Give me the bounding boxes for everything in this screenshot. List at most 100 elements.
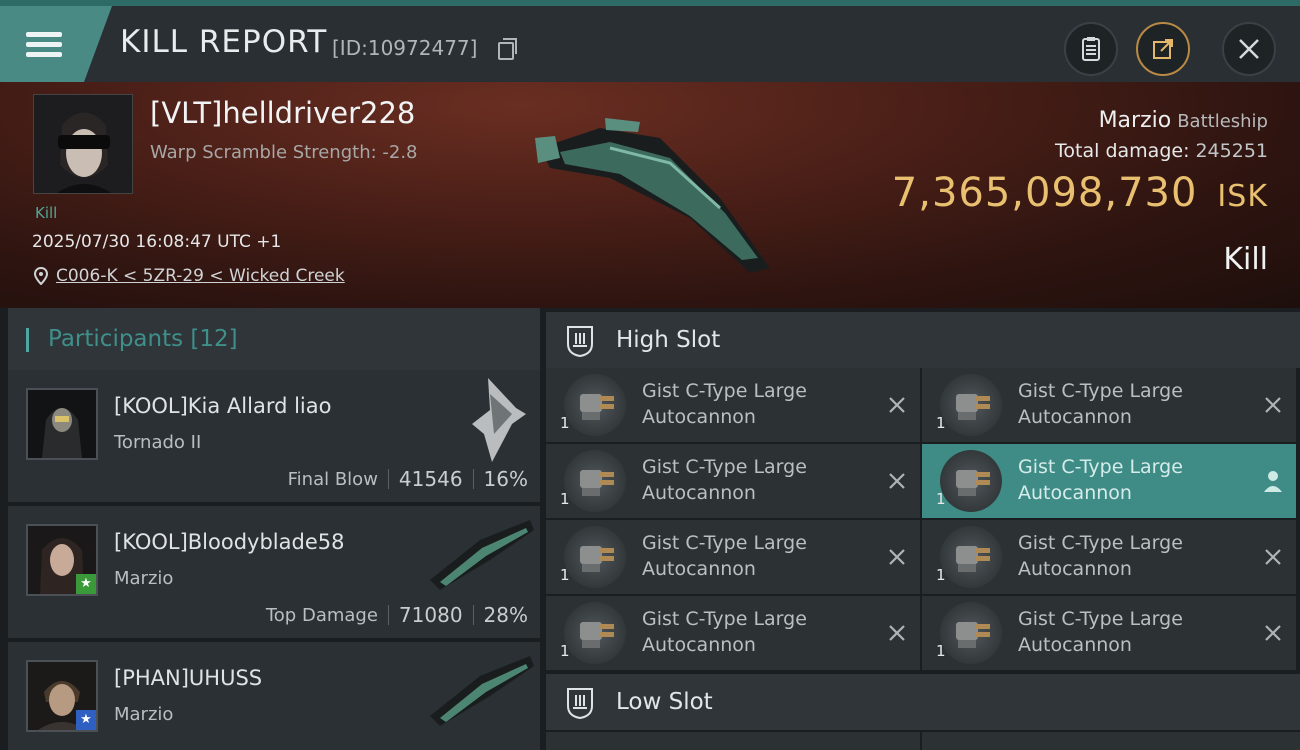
- victim-pilot-name[interactable]: [VLT]helldriver228: [150, 96, 415, 130]
- victim-portrait[interactable]: [33, 94, 133, 194]
- module-quantity: 1: [560, 414, 570, 432]
- warp-scramble-strength: Warp Scramble Strength: -2.8: [150, 142, 418, 163]
- isk-unit: ISK: [1217, 179, 1268, 214]
- remove-icon[interactable]: [884, 392, 910, 418]
- close-icon: [1239, 39, 1259, 59]
- participant-card[interactable]: ★ [KOOL]Bloodyblade58 Marzio Top Damage …: [8, 506, 540, 640]
- menu-icon: [26, 27, 62, 62]
- module-name: Gist C-Type Large Autocannon: [1018, 456, 1183, 504]
- participant-stats: Top Damage 71080 28%: [266, 603, 528, 627]
- participant-stats: Final Blow 41546 16%: [288, 467, 528, 491]
- remove-icon[interactable]: [884, 544, 910, 570]
- victim-ship-image: [535, 118, 770, 273]
- module-item[interactable]: 1 Gist C-Type Large Autocannon: [922, 368, 1296, 442]
- low-slot-module-peek[interactable]: [546, 732, 920, 750]
- clipboard-button[interactable]: [1064, 22, 1118, 76]
- module-name: Gist C-Type Large Autocannon: [642, 532, 807, 580]
- participant-card[interactable]: [KOOL]Kia Allard liao Tornado II Final B…: [8, 370, 540, 504]
- low-slot-module-peek[interactable]: [922, 732, 1300, 750]
- stat-percent: 16%: [483, 467, 528, 491]
- victim-ship-name: Marzio: [1098, 108, 1172, 133]
- high-slot-title: High Slot: [616, 327, 721, 353]
- module-name: Gist C-Type Large Autocannon: [1018, 608, 1183, 656]
- module-quantity: 1: [936, 642, 946, 660]
- participant-ship-image: [472, 378, 526, 462]
- participant-ship: Tornado II: [114, 432, 202, 453]
- module-item[interactable]: 1 Gist C-Type Large Autocannon: [922, 596, 1296, 670]
- module-quantity: 1: [560, 642, 570, 660]
- autocannon-icon: [940, 450, 1002, 512]
- page-title: KILL REPORT: [120, 24, 328, 60]
- person-icon[interactable]: [1260, 468, 1286, 494]
- location-link[interactable]: C006-K < 5ZR-29 < Wicked Creek: [56, 266, 345, 286]
- participant-name[interactable]: [KOOL]Kia Allard liao: [114, 394, 331, 418]
- autocannon-icon: [940, 374, 1002, 436]
- module-quantity: 1: [936, 566, 946, 584]
- isk-value: 7,365,098,730 ISK: [892, 170, 1268, 216]
- stat-damage: 71080: [398, 603, 463, 627]
- total-damage: Total damage: 245251: [1055, 140, 1268, 162]
- participant-name[interactable]: [PHAN]UHUSS: [114, 666, 262, 690]
- star-badge-icon: ★: [76, 574, 96, 594]
- clipboard-icon: [1082, 37, 1100, 61]
- copy-icon[interactable]: [498, 38, 517, 60]
- autocannon-icon: [940, 526, 1002, 588]
- participant-ship-image: [430, 656, 534, 726]
- participants-header: Participants [12]: [8, 308, 540, 370]
- victim-ship: Marzio Battleship: [1099, 108, 1268, 133]
- module-name: Gist C-Type Large Autocannon: [642, 456, 807, 504]
- module-name: Gist C-Type Large Autocannon: [1018, 532, 1183, 580]
- avatar[interactable]: [26, 388, 98, 460]
- kill-id: [ID:10972477]: [332, 36, 478, 60]
- participant-ship-image: [430, 520, 534, 590]
- fitting-panel: High Slot 1 Gist C-Type Large Autocannon 1 G…: [542, 308, 1300, 750]
- kill-tag: Kill: [35, 204, 58, 222]
- high-slot-icon: [567, 326, 593, 358]
- module-name: Gist C-Type Large Autocannon: [1018, 380, 1183, 428]
- autocannon-icon: [564, 526, 626, 588]
- close-button[interactable]: [1222, 22, 1276, 76]
- low-slot-header[interactable]: Low Slot: [546, 674, 1300, 730]
- module-item[interactable]: 1 Gist C-Type Large Autocannon: [546, 596, 920, 670]
- low-slot-title: Low Slot: [616, 689, 713, 715]
- header-accent: [26, 328, 29, 352]
- stat-label: Top Damage: [265, 604, 378, 626]
- stat-percent: 28%: [483, 603, 528, 627]
- module-item[interactable]: 1 Gist C-Type Large Autocannon: [922, 520, 1296, 594]
- participant-ship: Marzio: [114, 568, 174, 589]
- remove-icon[interactable]: [1260, 544, 1286, 570]
- victim-ship-class: Battleship: [1177, 111, 1268, 132]
- autocannon-icon: [564, 450, 626, 512]
- remove-icon[interactable]: [1260, 620, 1286, 646]
- remove-icon[interactable]: [884, 468, 910, 494]
- stat-label: Final Blow: [287, 468, 378, 490]
- star-badge-icon: ★: [76, 710, 96, 730]
- victim-banner: [VLT]helldriver228 Warp Scramble Strengt…: [0, 82, 1300, 308]
- low-slot-icon: [567, 688, 593, 720]
- module-quantity: 1: [936, 414, 946, 432]
- kill-timestamp: 2025/07/30 16:08:47 UTC +1: [32, 232, 282, 252]
- participant-ship: Marzio: [114, 704, 174, 725]
- module-item[interactable]: 1 Gist C-Type Large Autocannon: [546, 444, 920, 518]
- avatar[interactable]: ★: [26, 524, 98, 596]
- module-item[interactable]: 1 Gist C-Type Large Autocannon: [546, 368, 920, 442]
- avatar[interactable]: ★: [26, 660, 98, 732]
- participant-card[interactable]: ★ [PHAN]UHUSS Marzio: [8, 642, 540, 750]
- share-button[interactable]: [1136, 22, 1190, 76]
- module-item[interactable]: 1 Gist C-Type Large Autocannon: [922, 444, 1296, 518]
- module-quantity: 1: [936, 490, 946, 508]
- kill-location[interactable]: C006-K < 5ZR-29 < Wicked Creek: [34, 266, 345, 286]
- module-name: Gist C-Type Large Autocannon: [642, 380, 807, 428]
- autocannon-icon: [940, 602, 1002, 664]
- header-bar: KILL REPORT [ID:10972477]: [0, 0, 1300, 82]
- menu-button[interactable]: [0, 6, 112, 82]
- remove-icon[interactable]: [1260, 392, 1286, 418]
- total-damage-value: 245251: [1195, 140, 1268, 162]
- module-name: Gist C-Type Large Autocannon: [642, 608, 807, 656]
- participant-name[interactable]: [KOOL]Bloodyblade58: [114, 530, 344, 554]
- participants-count: [12]: [190, 326, 238, 352]
- remove-icon[interactable]: [884, 620, 910, 646]
- module-item[interactable]: 1 Gist C-Type Large Autocannon: [546, 520, 920, 594]
- high-slot-header[interactable]: High Slot: [546, 312, 1300, 368]
- total-damage-label: Total damage:: [1055, 140, 1190, 162]
